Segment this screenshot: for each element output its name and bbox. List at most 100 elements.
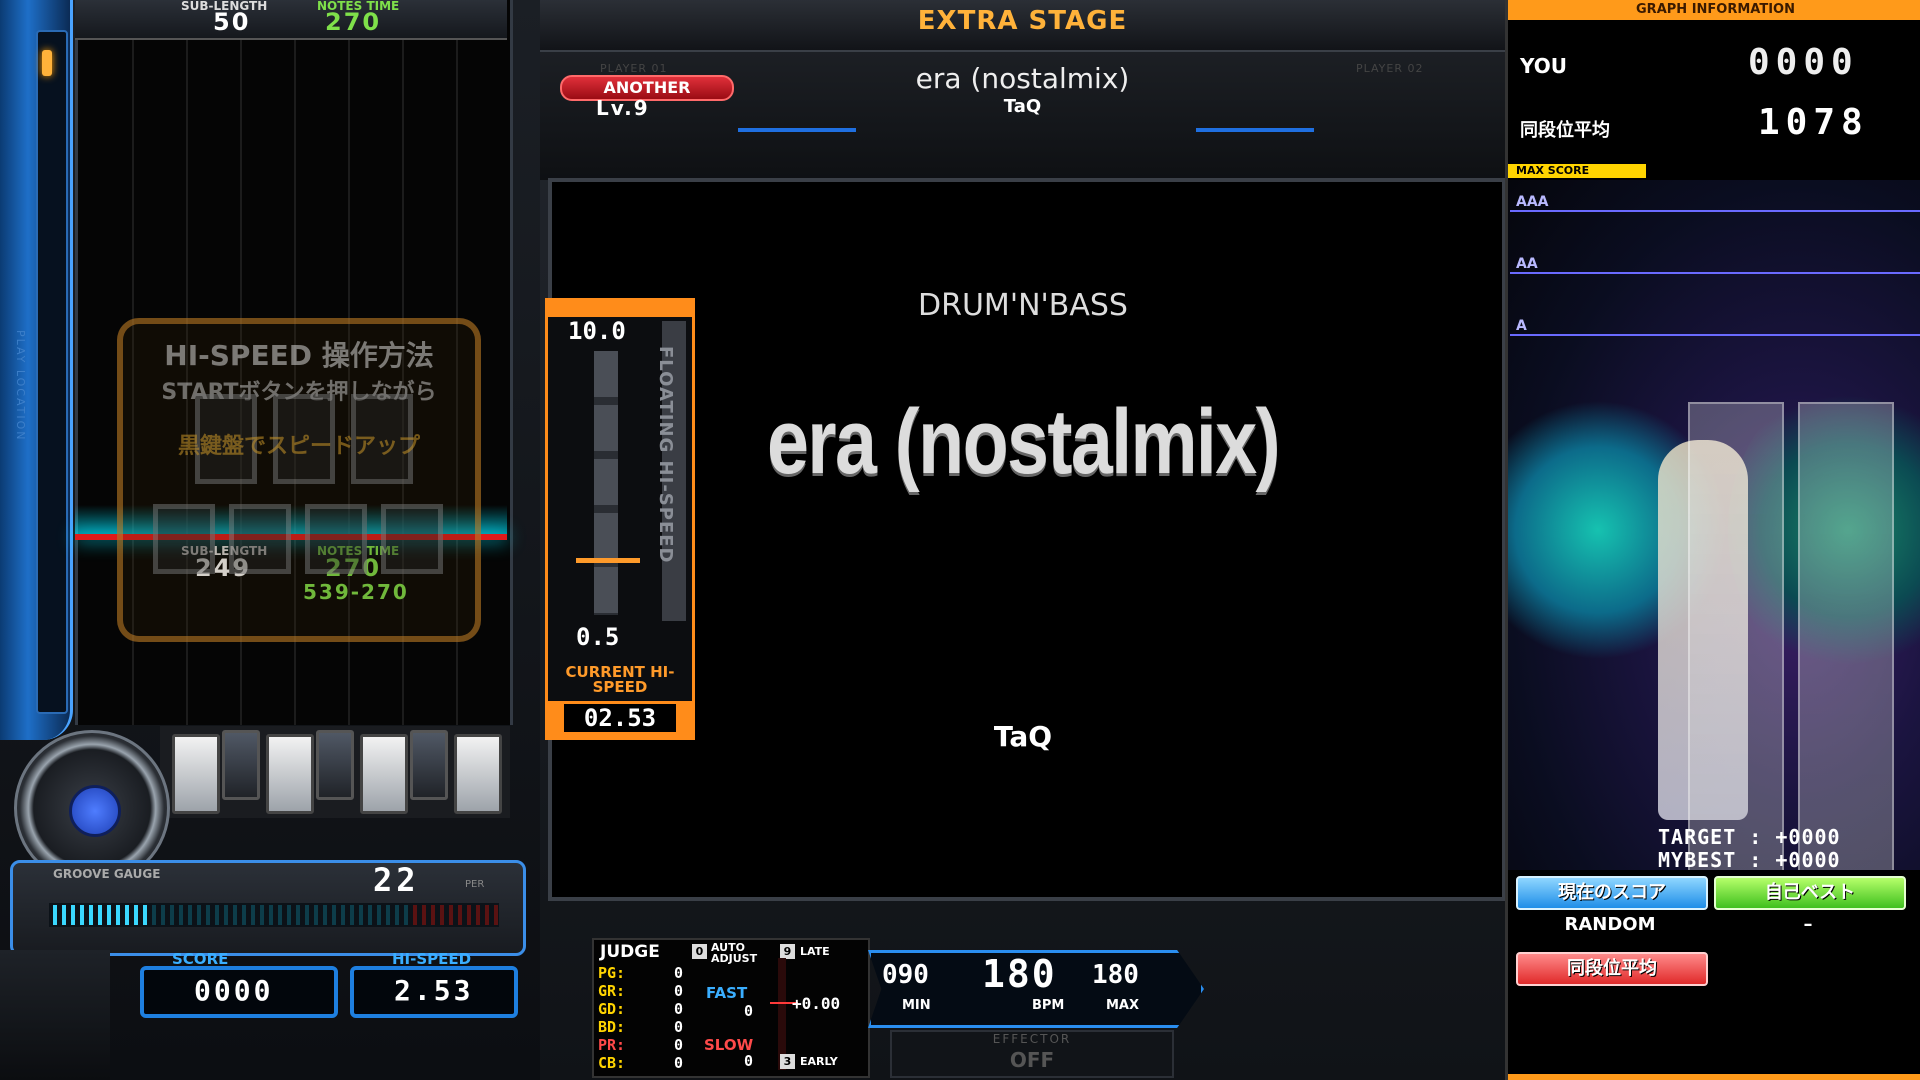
gauge-segment — [341, 905, 345, 925]
graph-header: GRAPH INFORMATION — [1508, 0, 1920, 20]
key-6[interactable] — [410, 730, 448, 800]
key-2[interactable] — [222, 730, 260, 800]
gauge-segment — [233, 905, 237, 925]
graph-panel: GRAPH INFORMATION YOU 0000 同段位平均 1078 MA… — [1505, 0, 1920, 1080]
rank-line-aa — [1510, 272, 1920, 274]
song-title: era (nostalmix) — [766, 391, 1281, 493]
bpm-label: BPM — [1032, 998, 1065, 1013]
header-song-artist: TaQ — [1003, 96, 1042, 117]
graph-footer-strip — [1508, 1074, 1920, 1080]
you-label: YOU — [1520, 54, 1568, 78]
floating-hispeed-label: FLOATING HI-SPEED — [655, 346, 676, 564]
guide-white-key — [229, 504, 291, 574]
play-location-marker — [42, 50, 52, 76]
key-3[interactable] — [266, 734, 314, 814]
guide-title: HI-SPEED 操作方法 — [164, 339, 434, 372]
bpm-min-value: 090 — [882, 960, 929, 990]
groove-gauge-label: GROOVE GAUGE — [53, 867, 161, 881]
judge-row-label: PR: — [598, 1036, 626, 1054]
effector-panel: EFFECTOR OFF — [890, 1030, 1174, 1078]
hispeed-marker — [576, 558, 640, 563]
judge-row-label: GR: — [598, 982, 626, 1000]
groove-gauge-unit: PER — [465, 879, 485, 890]
gauge-segment — [143, 905, 147, 925]
bpm-panel: 090 180 180 MIN BPM MAX — [868, 950, 1204, 1028]
personal-best-button[interactable]: 自己ベスト — [1714, 876, 1906, 910]
judge-row-count: 0 — [674, 964, 684, 982]
header-accent — [738, 128, 856, 132]
rank-label-aaa: AAA — [1516, 194, 1549, 210]
panel-decoration — [0, 950, 110, 1080]
score-value: 0000 — [194, 974, 274, 1007]
hispeed-max: 10.0 — [568, 317, 626, 345]
hispeed-guide-overlay: HI-SPEED 操作方法 STARTボタンを押しながら 黒鍵盤でスピードアップ — [117, 318, 481, 642]
judge-title: JUDGE — [600, 942, 660, 962]
judge-row-count: 0 — [674, 982, 684, 1000]
lane-header: SUB-LENGTH 50 NOTES TIME 270 — [75, 0, 507, 40]
key-5[interactable] — [360, 734, 408, 814]
gauge-segment — [458, 905, 462, 925]
score-box: 0000 — [140, 966, 338, 1018]
current-option-label: RANDOM — [1564, 914, 1656, 935]
auto-adjust-label: AUTO ADJUST — [711, 941, 758, 965]
gauge-segment — [80, 905, 84, 925]
judge-row-label: CB: — [598, 1054, 626, 1072]
judge-row-label: PG: — [598, 964, 626, 982]
current-hispeed-value: 02.53 — [564, 704, 676, 732]
gauge-segment — [152, 905, 156, 925]
gauge-segment — [476, 905, 480, 925]
fast-count: 0 — [744, 1002, 754, 1020]
rank-average-button[interactable]: 同段位平均 — [1516, 952, 1708, 986]
score-graph: AAA AA A TARGET : +0000 MYBEST : +0000 — [1508, 180, 1920, 870]
max-score-tag: MAX SCORE — [1508, 164, 1646, 178]
key-4[interactable] — [316, 730, 354, 800]
gauge-segment — [116, 905, 120, 925]
gauge-segment — [224, 905, 228, 925]
gauge-segment — [278, 905, 282, 925]
groove-gauge-value: 22 — [373, 861, 420, 899]
gauge-segment — [269, 905, 273, 925]
current-hispeed-label: CURRENT HI-SPEED — [565, 663, 675, 696]
timing-adjust-value: +0.00 — [792, 994, 841, 1013]
bpm-max-value: 180 — [1092, 960, 1139, 990]
gauge-segment — [134, 905, 138, 925]
gauge-segment — [323, 905, 327, 925]
gauge-segment — [170, 905, 174, 925]
key-7[interactable] — [454, 734, 502, 814]
judge-panel: JUDGE 0 AUTO ADJUST 9 LATE PG: 0 GR: 0 GD: 0 B… — [592, 938, 870, 1078]
judge-row-count: 0 — [674, 1036, 684, 1054]
gauge-segment — [260, 905, 264, 925]
hispeed-segment — [594, 567, 618, 613]
rank-line-aaa — [1510, 210, 1920, 212]
notes-time-value: 270 — [325, 8, 382, 36]
gauge-segment — [161, 905, 165, 925]
key-1[interactable] — [172, 734, 220, 814]
you-score-bar — [1688, 402, 1784, 870]
gauge-segment — [197, 905, 201, 925]
current-score-button[interactable]: 現在のスコア — [1516, 876, 1708, 910]
gauge-segment — [206, 905, 210, 925]
gauge-segment — [485, 905, 489, 925]
gauge-segment — [125, 905, 129, 925]
score-label: SCORE — [172, 950, 229, 968]
hispeed-slider[interactable] — [594, 351, 618, 615]
gauge-segment — [422, 905, 426, 925]
target-diff: TARGET : +0000 — [1658, 825, 1841, 849]
groove-gauge: GROOVE GAUGE 22 PER — [10, 860, 526, 956]
guide-white-key — [153, 504, 215, 574]
rank-average-score: 1078 — [1758, 102, 1869, 143]
late-key: 9 — [780, 944, 795, 959]
slow-count: 0 — [744, 1052, 754, 1070]
gauge-segment — [395, 905, 399, 925]
gauge-segment — [314, 905, 318, 925]
hispeed-segment — [594, 459, 618, 505]
sub-length-value: 50 — [213, 8, 251, 36]
gauge-segment — [305, 905, 309, 925]
judge-row-label: GD: — [598, 1000, 626, 1018]
rank-label-aa: AA — [1516, 256, 1538, 272]
gauge-segment — [386, 905, 390, 925]
rank-line-a — [1510, 334, 1920, 336]
bpm-current-value: 180 — [982, 952, 1057, 996]
score-hispeed-panel: 0000 SCORE 2.53 HI-SPEED — [110, 950, 530, 1020]
gauge-segment — [98, 905, 102, 925]
